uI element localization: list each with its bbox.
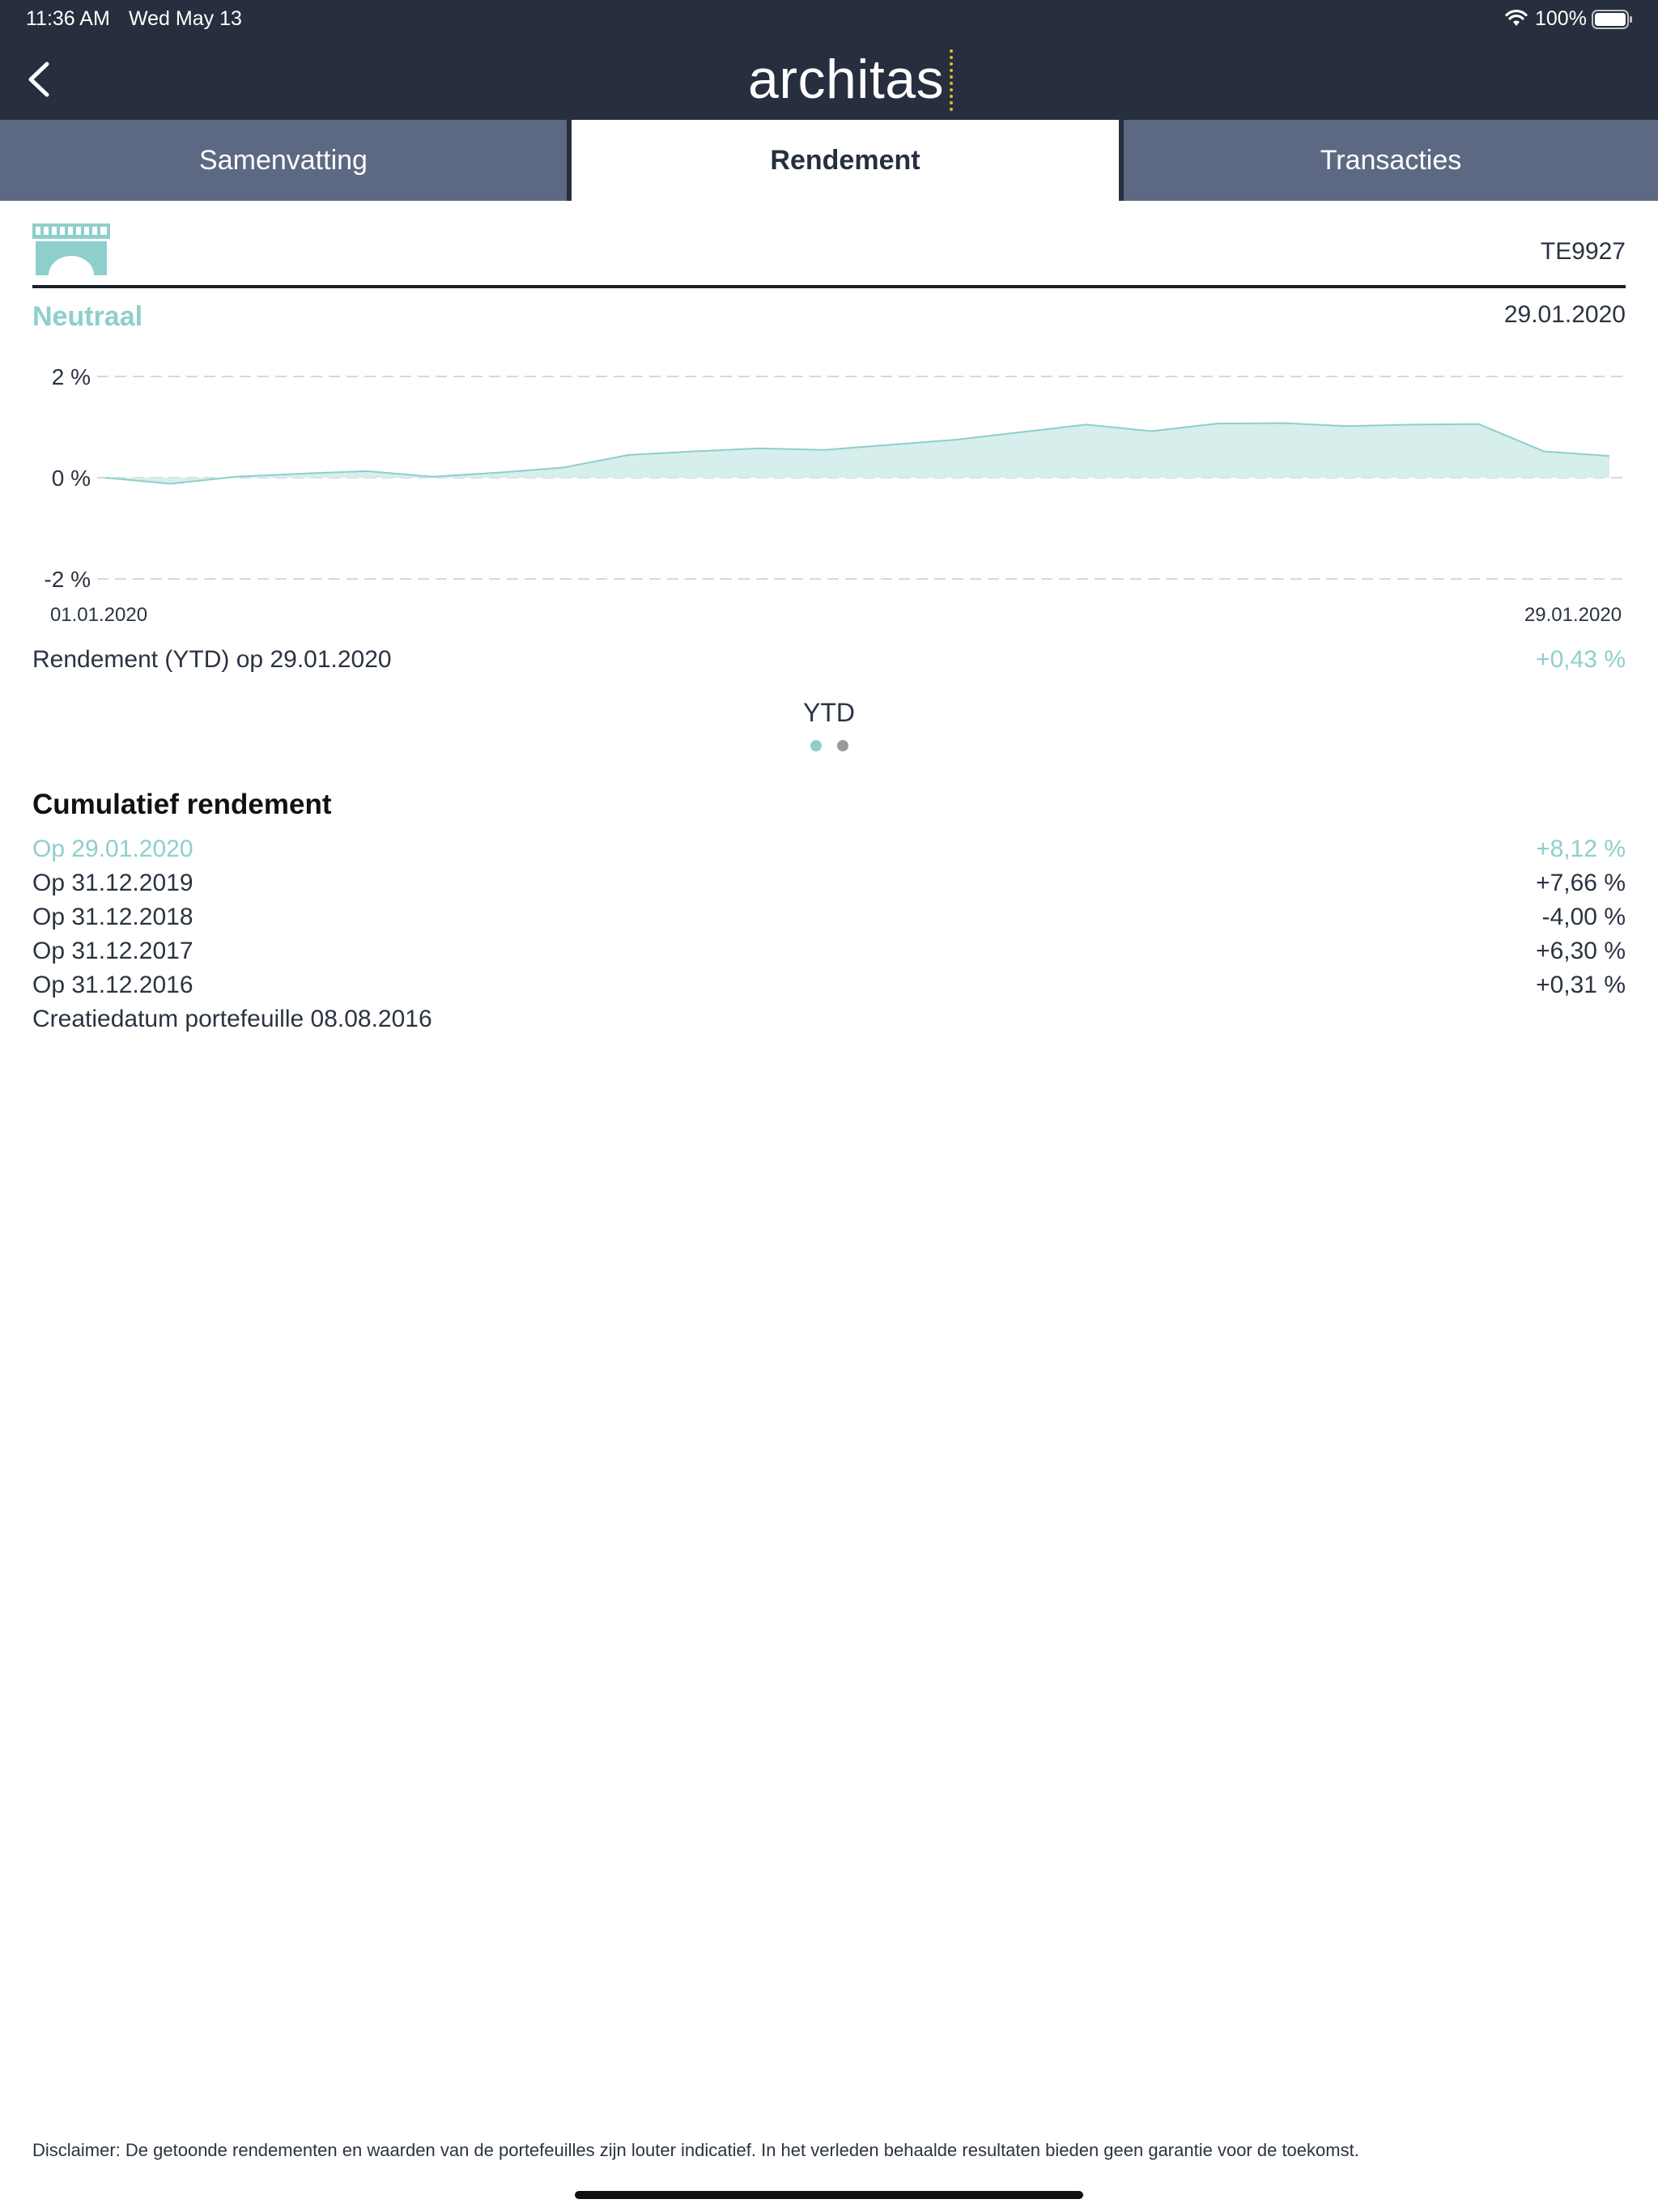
page-indicator bbox=[806, 740, 855, 756]
cumulative-row-label: Op 31.12.2016 bbox=[32, 972, 193, 998]
portfolio-id: TE9927 bbox=[1540, 238, 1626, 265]
logo-text: architas bbox=[748, 49, 945, 110]
back-button[interactable] bbox=[15, 55, 63, 104]
cumulative-row: Op 31.12.2016 +0,31 % bbox=[32, 972, 1626, 1004]
cumulative-row-value: +6,30 % bbox=[1536, 938, 1626, 964]
creation-date: Creatiedatum portefeuille 08.08.2016 bbox=[32, 1006, 1626, 1038]
performance-chart: 2 % 0 % -2 % 01.01.2020 29.01.2020 bbox=[44, 364, 1626, 626]
cumulative-row: Op 31.12.2017 +6,30 % bbox=[32, 938, 1626, 970]
tab-samenvatting[interactable]: Samenvatting bbox=[0, 120, 567, 201]
x-axis-start-label: 01.01.2020 bbox=[50, 604, 147, 626]
cumulative-row: Op 31.12.2018 -4,00 % bbox=[32, 904, 1626, 936]
logo-dots-icon bbox=[950, 49, 954, 111]
chevron-left-icon bbox=[28, 62, 49, 97]
status-time: 11:36 AM bbox=[26, 7, 110, 30]
cumulative-row: Op 31.12.2019 +7,66 % bbox=[32, 870, 1626, 902]
cumulative-row-label: Op 31.12.2018 bbox=[32, 904, 193, 930]
tab-bar: Samenvatting Rendement Transacties bbox=[0, 120, 1658, 201]
performance-area bbox=[105, 423, 1609, 484]
profile-date: 29.01.2020 bbox=[1503, 301, 1626, 328]
cumulative-row-label: Op 31.12.2019 bbox=[32, 870, 193, 896]
cumulative-row-value: +8,12 % bbox=[1536, 836, 1626, 862]
tab-label: Transacties bbox=[1320, 144, 1462, 176]
period-label: YTD bbox=[803, 698, 855, 727]
tab-transacties[interactable]: Transacties bbox=[1124, 120, 1658, 201]
portfolio-header: TE9927 bbox=[32, 223, 1626, 288]
y-tick-label: -2 % bbox=[44, 567, 91, 592]
navigation-bar: architas bbox=[0, 39, 1658, 120]
cumulative-row: Op 29.01.2020 +8,12 % bbox=[32, 836, 1626, 868]
status-date: Wed May 13 bbox=[129, 7, 242, 30]
disclaimer: Disclaimer: De getoonde rendementen en w… bbox=[32, 2140, 1359, 2160]
battery-icon bbox=[1592, 9, 1634, 36]
architas-logo: architas bbox=[748, 45, 954, 113]
page-dot-2[interactable] bbox=[837, 740, 848, 751]
tab-label: Rendement bbox=[770, 144, 920, 176]
bridge-icon bbox=[32, 223, 110, 281]
risk-profile: Neutraal bbox=[32, 301, 143, 332]
wifi-icon bbox=[1504, 8, 1528, 33]
page-dot-1[interactable] bbox=[810, 740, 822, 751]
cumulative-row-value: +0,31 % bbox=[1536, 972, 1626, 998]
y-tick-label: 2 % bbox=[52, 364, 91, 389]
cumulative-row-label: Op 31.12.2017 bbox=[32, 938, 193, 964]
ytd-label: Rendement (YTD) op 29.01.2020 bbox=[32, 646, 392, 673]
cumulative-title: Cumulatief rendement bbox=[32, 789, 332, 820]
tab-label: Samenvatting bbox=[199, 144, 368, 176]
ytd-value: +0,43 % bbox=[1536, 646, 1626, 673]
cumulative-row-label: Op 29.01.2020 bbox=[32, 836, 193, 862]
cumulative-row-value: +7,66 % bbox=[1536, 870, 1626, 896]
home-indicator[interactable] bbox=[575, 2191, 1083, 2199]
battery-percentage: 100% bbox=[1535, 7, 1587, 30]
ytd-row: Rendement (YTD) op 29.01.2020 +0,43 % bbox=[32, 646, 1626, 678]
tab-rendement[interactable]: Rendement bbox=[572, 120, 1119, 201]
cumulative-row-value: -4,00 % bbox=[1541, 904, 1626, 930]
x-axis-end-label: 29.01.2020 bbox=[1524, 604, 1622, 626]
status-bar: 11:36 AM Wed May 13 100% bbox=[0, 0, 1658, 39]
y-tick-label: 0 % bbox=[52, 466, 91, 491]
creation-date-label: Creatiedatum portefeuille 08.08.2016 bbox=[32, 1006, 432, 1032]
